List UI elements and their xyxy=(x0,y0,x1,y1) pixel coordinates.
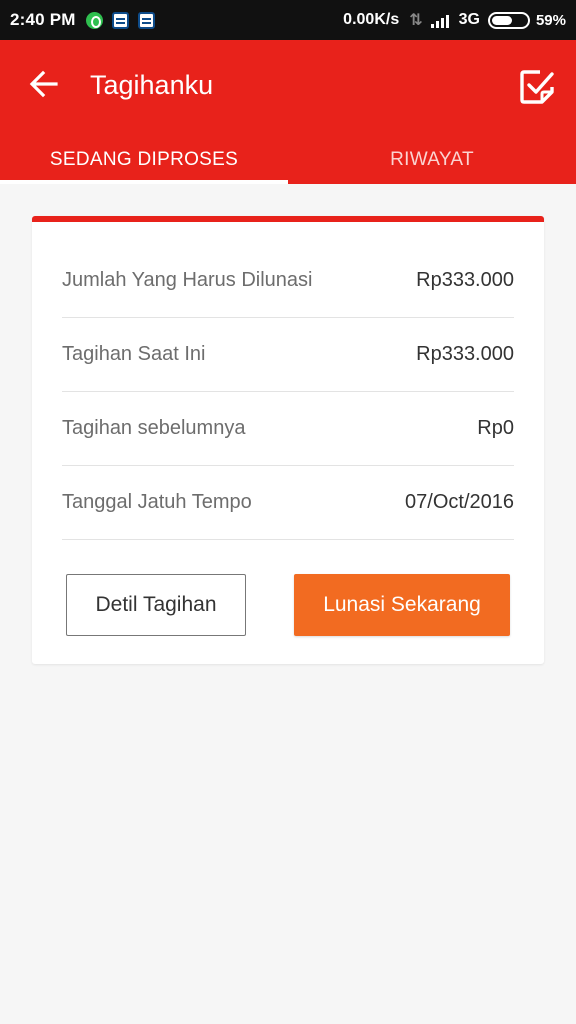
tab-label: RIWAYAT xyxy=(390,149,474,170)
row-value: Rp333.000 xyxy=(416,269,514,291)
battery-percent: 59% xyxy=(535,11,566,29)
bill-row-current: Tagihan Saat Ini Rp333.000 xyxy=(62,318,514,392)
whatsapp-icon xyxy=(85,11,103,29)
bill-row-previous: Tagihan sebelumnya Rp0 xyxy=(62,392,514,466)
page-title: Tagihanku xyxy=(90,70,214,100)
tab-label: SEDANG DIPROSES xyxy=(49,149,239,170)
network-type: 3G xyxy=(458,11,480,28)
bill-row-amount-due: Jumlah Yang Harus Dilunasi Rp333.000 xyxy=(62,244,514,318)
status-time: 2:40 PM xyxy=(10,10,76,29)
row-value: 07/Oct/2016 xyxy=(405,491,514,513)
battery-icon xyxy=(487,11,530,29)
bill-detail-button[interactable]: Detil Tagihan xyxy=(66,574,246,636)
bill-row-due-date: Tanggal Jatuh Tempo 07/Oct/2016 xyxy=(62,466,514,540)
row-label: Tagihan Saat Ini xyxy=(62,343,206,365)
checklist-icon[interactable] xyxy=(518,68,556,106)
pay-now-button[interactable]: Lunasi Sekarang xyxy=(294,574,510,636)
tab-riwayat[interactable]: RIWAYAT xyxy=(288,136,576,184)
row-label: Tagihan sebelumnya xyxy=(62,417,246,439)
bill-card: Jumlah Yang Harus Dilunasi Rp333.000 Tag… xyxy=(32,216,544,664)
data-transfer-icon: ⇅ xyxy=(409,12,423,29)
tab-bar: SEDANG DIPROSES RIWAYAT xyxy=(0,136,576,184)
chat-icon xyxy=(137,11,155,29)
arrow-left-icon[interactable] xyxy=(28,68,60,100)
tab-sedang-diproses[interactable]: SEDANG DIPROSES xyxy=(0,136,288,184)
chat-icon xyxy=(111,11,129,29)
row-value: Rp333.000 xyxy=(416,343,514,365)
row-label: Tanggal Jatuh Tempo xyxy=(62,491,252,513)
status-bar: 2:40 PM 0.00K/s ⇅ 3G 59% xyxy=(0,0,576,40)
signal-icon xyxy=(430,12,453,28)
app-bar: Tagihanku SEDANG DIPROSES RIWAYAT xyxy=(0,40,576,184)
tab-indicator xyxy=(0,180,288,184)
row-label: Jumlah Yang Harus Dilunasi xyxy=(62,269,313,291)
network-speed: 0.00K/s xyxy=(343,11,400,28)
row-value: Rp0 xyxy=(477,417,514,439)
